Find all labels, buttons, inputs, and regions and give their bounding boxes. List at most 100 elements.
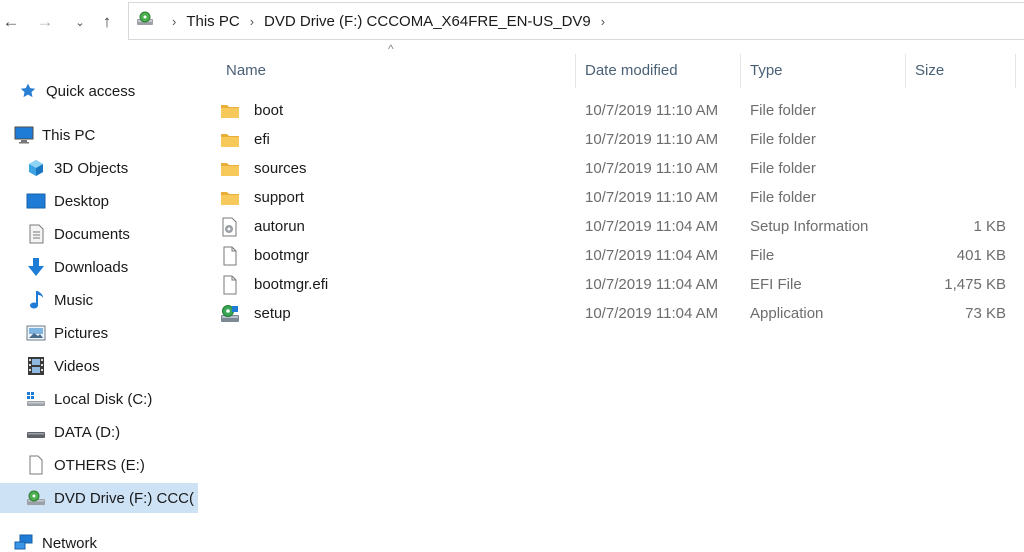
file-type: File folder bbox=[750, 160, 816, 177]
file-explorer-window: ← → ⌄ ↑ › This PC › DVD Drive (F:) CCCOM… bbox=[0, 0, 1024, 552]
breadcrumb-dvd-drive[interactable]: DVD Drive (F:) CCCOMA_X64FRE_EN-US_DV9 bbox=[264, 13, 591, 30]
sidebar-item-label: Pictures bbox=[54, 324, 109, 342]
file-name-cell: setup bbox=[218, 299, 573, 328]
file-date: 10/7/2019 11:10 AM bbox=[585, 131, 719, 148]
sidebar-item-label: OTHERS (E:) bbox=[54, 456, 145, 474]
navigation-pane: Quick access This PC 3D Objects Desktop … bbox=[0, 44, 198, 552]
download-arrow-icon bbox=[26, 257, 46, 277]
file-size bbox=[908, 154, 1006, 183]
file-size: 1 KB bbox=[973, 218, 1006, 235]
file-type: File folder bbox=[750, 131, 816, 148]
drive-icon bbox=[26, 422, 46, 442]
sidebar-item-label: Downloads bbox=[54, 258, 129, 276]
file-row[interactable]: sources 10/7/2019 11:10 AM File folder bbox=[218, 154, 1024, 183]
sidebar-item-label: Music bbox=[54, 291, 94, 309]
column-header-row: ^ Name Date modified Type Size bbox=[198, 42, 1024, 90]
column-header-size[interactable]: Size bbox=[905, 50, 1015, 90]
file-row[interactable]: setup 10/7/2019 11:04 AM Application 73 KB bbox=[218, 299, 1024, 328]
chevron-down-icon: ⌄ bbox=[75, 16, 85, 29]
folder-icon bbox=[218, 100, 242, 122]
sidebar-item-label: Local Disk (C:) bbox=[54, 390, 153, 408]
file-name-cell: boot bbox=[218, 96, 573, 125]
star-icon bbox=[18, 81, 38, 101]
dvd-drive-icon bbox=[136, 11, 154, 31]
up-button[interactable]: ↑ bbox=[96, 10, 118, 34]
sidebar-item-downloads[interactable]: Downloads bbox=[26, 252, 128, 282]
sidebar-item-local-disk-c[interactable]: Local Disk (C:) bbox=[26, 384, 152, 414]
file-name-cell: support bbox=[218, 183, 573, 212]
recent-locations-button[interactable]: ⌄ bbox=[72, 10, 88, 34]
file-size bbox=[908, 125, 1006, 154]
sidebar-item-label: Quick access bbox=[46, 82, 136, 100]
file-row[interactable]: support 10/7/2019 11:10 AM File folder bbox=[218, 183, 1024, 212]
sidebar-item-desktop[interactable]: Desktop bbox=[26, 186, 109, 216]
back-button[interactable]: ← bbox=[0, 10, 22, 34]
cube-icon bbox=[26, 158, 46, 178]
documents-icon bbox=[26, 224, 46, 244]
sidebar-item-documents[interactable]: Documents bbox=[26, 219, 130, 249]
file-row[interactable]: bootmgr.efi 10/7/2019 11:04 AM EFI File 1,4… bbox=[218, 270, 1024, 299]
file-name: sources bbox=[254, 160, 307, 177]
file-row[interactable]: boot 10/7/2019 11:10 AM File folder bbox=[218, 96, 1024, 125]
windows-drive-icon bbox=[26, 389, 46, 409]
sidebar-item-this-pc[interactable]: This PC bbox=[14, 120, 95, 150]
back-arrow-icon: ← bbox=[2, 12, 20, 31]
sidebar-item-others-e[interactable]: OTHERS (E:) bbox=[26, 450, 145, 480]
file-name: autorun bbox=[254, 218, 305, 235]
file-name-cell: bootmgr bbox=[218, 241, 573, 270]
sidebar-item-videos[interactable]: Videos bbox=[26, 351, 100, 381]
music-note-icon bbox=[26, 290, 46, 310]
sidebar-item-label: DATA (D:) bbox=[54, 423, 121, 441]
file-date: 10/7/2019 11:10 AM bbox=[585, 102, 719, 119]
file-row[interactable]: autorun 10/7/2019 11:04 AM Setup Informati… bbox=[218, 212, 1024, 241]
file-size: 401 KB bbox=[956, 247, 1006, 264]
folder-icon bbox=[218, 187, 242, 209]
sidebar-item-pictures[interactable]: Pictures bbox=[26, 318, 108, 348]
film-icon bbox=[26, 356, 46, 376]
breadcrumb-separator-icon: › bbox=[249, 13, 255, 29]
file-name: support bbox=[254, 189, 305, 206]
forward-arrow-icon: → bbox=[36, 12, 54, 31]
file-name-cell: bootmgr.efi bbox=[218, 270, 573, 299]
forward-button[interactable]: → bbox=[34, 10, 56, 34]
setup-app-icon bbox=[218, 303, 242, 325]
file-size bbox=[908, 96, 1006, 125]
sidebar-item-data-d[interactable]: DATA (D:) bbox=[26, 417, 120, 447]
sidebar-item-3d-objects[interactable]: 3D Objects bbox=[26, 153, 128, 183]
sidebar-item-label: 3D Objects bbox=[54, 159, 129, 177]
file-type: Application bbox=[750, 305, 824, 322]
file-name-cell: efi bbox=[218, 125, 573, 154]
sidebar-item-network[interactable]: Network bbox=[14, 528, 97, 552]
file-date: 10/7/2019 11:10 AM bbox=[585, 160, 719, 177]
file-date: 10/7/2019 11:04 AM bbox=[585, 276, 719, 293]
desktop-icon bbox=[26, 191, 46, 211]
sidebar-item-music[interactable]: Music bbox=[26, 285, 93, 315]
file-type: File folder bbox=[750, 102, 816, 119]
column-header-date[interactable]: Date modified bbox=[575, 50, 740, 90]
breadcrumb-this-pc[interactable]: This PC bbox=[186, 13, 239, 30]
file-name: boot bbox=[254, 102, 284, 119]
column-header-name[interactable]: Name bbox=[216, 50, 573, 90]
network-icon bbox=[14, 533, 34, 552]
file-size: 1,475 KB bbox=[944, 276, 1006, 293]
sidebar-item-dvd-drive-f[interactable]: DVD Drive (F:) CCC( bbox=[0, 483, 198, 513]
blank-file-icon bbox=[218, 274, 242, 296]
file-name: setup bbox=[254, 305, 291, 322]
sidebar-item-quick-access[interactable]: Quick access bbox=[18, 76, 135, 106]
file-type: File folder bbox=[750, 189, 816, 206]
file-row[interactable]: efi 10/7/2019 11:10 AM File folder bbox=[218, 125, 1024, 154]
up-arrow-icon: ↑ bbox=[102, 12, 112, 31]
column-divider[interactable] bbox=[1015, 54, 1016, 88]
file-name: efi bbox=[254, 131, 270, 148]
file-row[interactable]: bootmgr 10/7/2019 11:04 AM File 401 KB bbox=[218, 241, 1024, 270]
file-date: 10/7/2019 11:04 AM bbox=[585, 305, 719, 322]
file-list-pane: ^ Name Date modified Type Size boot 10/7/… bbox=[198, 42, 1024, 552]
breadcrumb-separator-icon: › bbox=[172, 13, 177, 29]
folder-icon bbox=[218, 158, 242, 180]
computer-icon bbox=[14, 125, 34, 145]
sidebar-item-label: Desktop bbox=[54, 192, 110, 210]
column-header-type[interactable]: Type bbox=[740, 50, 905, 90]
sidebar-item-label: Documents bbox=[54, 225, 130, 243]
address-bar[interactable]: › This PC › DVD Drive (F:) CCCOMA_X64FRE… bbox=[128, 2, 1024, 40]
file-date: 10/7/2019 11:04 AM bbox=[585, 247, 719, 264]
